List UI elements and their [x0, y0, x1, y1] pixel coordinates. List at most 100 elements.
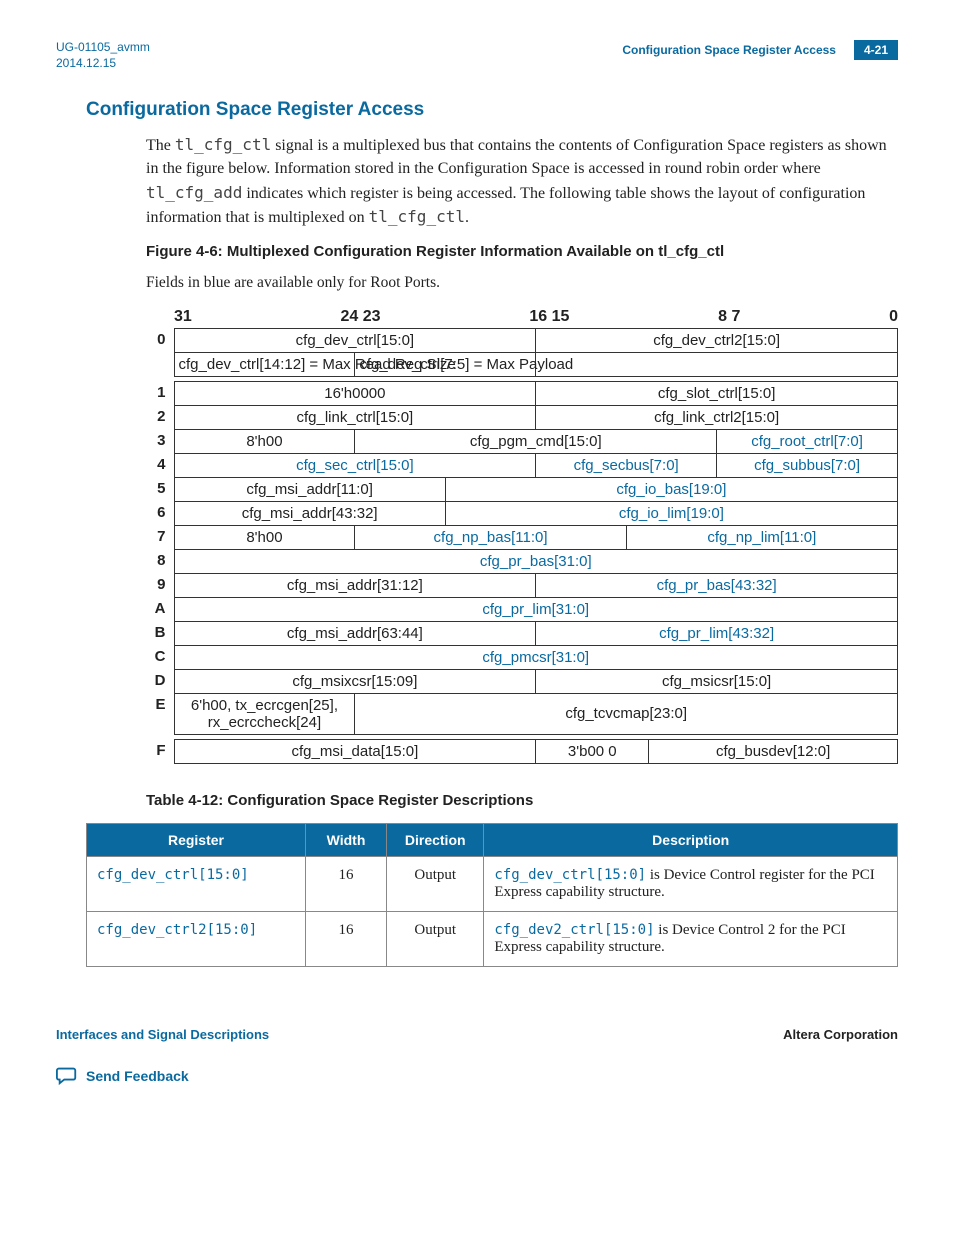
- page-header: UG-01105_avmm 2014.12.15 Configuration S…: [56, 40, 898, 71]
- row-address: 6: [146, 501, 174, 525]
- row-address: B: [146, 621, 174, 645]
- row-address: 2: [146, 405, 174, 429]
- bitfield-cell: 8'h00: [174, 429, 355, 453]
- row-address: 8: [146, 549, 174, 573]
- bitfield-cell: cfg_slot_ctrl[15:0]: [536, 381, 898, 405]
- bitfield-cell: cfg_io_bas[19:0]: [445, 477, 897, 501]
- bitfield-row: 2cfg_link_ctrl[15:0]cfg_link_ctrl2[15:0]: [146, 405, 898, 429]
- bitfield-cell: cfg_pr_lim[43:32]: [536, 621, 898, 645]
- bitfield-row: Fcfg_msi_data[15:0]3'b00 0cfg_busdev[12:…: [146, 739, 898, 763]
- register-name: cfg_dev_ctrl[15:0]: [97, 867, 249, 883]
- row-address: E: [146, 693, 174, 734]
- bitfield-cell: 3'b00 0: [536, 739, 649, 763]
- header-right: Configuration Space Register Access 4-21: [622, 40, 898, 60]
- bitfield-cell: cfg_busdev[12:0]: [649, 739, 898, 763]
- th-register: Register: [87, 823, 306, 856]
- bitfield-cell: cfg_root_ctrl[7:0]: [717, 429, 898, 453]
- register-desc-table: Register Width Direction Description cfg…: [86, 823, 898, 967]
- signal-ref-3: tl_cfg_ctl: [369, 207, 465, 226]
- bitfield-cell: cfg_msixcsr[15:09]: [174, 669, 536, 693]
- th-direction: Direction: [387, 823, 484, 856]
- feedback-icon: [56, 1064, 78, 1089]
- doc-id-block: UG-01105_avmm 2014.12.15: [56, 40, 150, 71]
- bitfield-cell: cfg_np_lim[11:0]: [626, 525, 897, 549]
- footer-right: Altera Corporation: [783, 1027, 898, 1042]
- th-description: Description: [484, 823, 898, 856]
- register-name: cfg_dev_ctrl2[15:0]: [97, 922, 257, 938]
- breadcrumb: Configuration Space Register Access: [622, 43, 836, 57]
- bitfield-row: 8cfg_pr_bas[31:0]: [146, 549, 898, 573]
- bitfield-cell: cfg_pr_bas[43:32]: [536, 573, 898, 597]
- row-address: 1: [146, 381, 174, 405]
- bitfield-cell: cfg_dev_ctrl[14:12] = Max Read Req Size: [174, 352, 355, 376]
- signal-ref-1: tl_cfg_ctl: [175, 135, 271, 154]
- bitfield-cell: 6'h00, tx_ecrcgen[25], rx_ecrccheck[24]: [174, 693, 355, 734]
- register-desc-signal: cfg_dev2_ctrl[15:0]: [494, 922, 654, 938]
- register-desc-signal: cfg_dev_ctrl[15:0]: [494, 867, 646, 883]
- bitfield-cell: cfg_link_ctrl2[15:0]: [536, 405, 898, 429]
- page-footer: Interfaces and Signal Descriptions Alter…: [56, 1027, 898, 1042]
- bitfield-row: cfg_dev_ctrl[14:12] = Max Read Req Sizec…: [146, 352, 898, 376]
- signal-ref-2: tl_cfg_add: [146, 183, 242, 202]
- row-address: [146, 352, 174, 376]
- register-width: 16: [305, 911, 386, 966]
- bitfield-row: Dcfg_msixcsr[15:09]cfg_msicsr[15:0]: [146, 669, 898, 693]
- register-direction: Output: [387, 911, 484, 966]
- send-feedback-link[interactable]: Send Feedback: [56, 1064, 898, 1089]
- row-address: 5: [146, 477, 174, 501]
- th-width: Width: [305, 823, 386, 856]
- row-address: D: [146, 669, 174, 693]
- bitfield-cell: cfg_secbus[7:0]: [536, 453, 717, 477]
- bitfield-cell: cfg_link_ctrl[15:0]: [174, 405, 536, 429]
- bitfield-row: Bcfg_msi_addr[63:44]cfg_pr_lim[43:32]: [146, 621, 898, 645]
- bitfield-cell: cfg_pgm_cmd[15:0]: [355, 429, 717, 453]
- bitfield-cell: cfg_msi_addr[31:12]: [174, 573, 536, 597]
- section-title: Configuration Space Register Access: [86, 99, 898, 121]
- row-address: 7: [146, 525, 174, 549]
- bitfield-cell: cfg_pr_lim[31:0]: [174, 597, 898, 621]
- bitfield-cell: cfg_msicsr[15:0]: [536, 669, 898, 693]
- row-address: 9: [146, 573, 174, 597]
- figure-title: Figure 4-6: Multiplexed Configuration Re…: [146, 243, 898, 260]
- register-description: cfg_dev_ctrl[15:0] is Device Control reg…: [484, 856, 898, 911]
- table-row: cfg_dev_ctrl2[15:0]16Outputcfg_dev2_ctrl…: [87, 911, 898, 966]
- row-address: C: [146, 645, 174, 669]
- bitfield-cell: cfg_msi_addr[63:44]: [174, 621, 536, 645]
- intro-paragraph: The tl_cfg_ctl signal is a multiplexed b…: [146, 133, 898, 229]
- row-address: F: [146, 739, 174, 763]
- bitfield-row: Ccfg_pmcsr[31:0]: [146, 645, 898, 669]
- bitfield-row: Acfg_pr_lim[31:0]: [146, 597, 898, 621]
- bitfield-table: 0cfg_dev_ctrl[15:0]cfg_dev_ctrl2[15:0]cf…: [146, 328, 898, 764]
- bitfield-cell: cfg_dev_ctrl[15:0]: [174, 328, 536, 352]
- bitfield-figure: 31 24 23 16 15 8 7 0 0cfg_dev_ctrl[15:0]…: [146, 308, 898, 764]
- figure-note: Fields in blue are available only for Ro…: [146, 274, 898, 292]
- bitfield-cell: 8'h00: [174, 525, 355, 549]
- row-address: 0: [146, 328, 174, 352]
- register-width: 16: [305, 856, 386, 911]
- bitfield-cell: cfg_dev_ctrl[7:5] = Max Payload: [355, 352, 536, 376]
- page-number: 4-21: [854, 40, 898, 60]
- bitfield-cell: cfg_np_bas[11:0]: [355, 525, 626, 549]
- register-direction: Output: [387, 856, 484, 911]
- bitfield-cell: cfg_tcvcmap[23:0]: [355, 693, 898, 734]
- feedback-label: Send Feedback: [86, 1068, 189, 1084]
- bitfield-row: 4cfg_sec_ctrl[15:0]cfg_secbus[7:0]cfg_su…: [146, 453, 898, 477]
- doc-id: UG-01105_avmm: [56, 40, 150, 56]
- bitfield-cell: cfg_io_lim[19:0]: [445, 501, 897, 525]
- footer-left[interactable]: Interfaces and Signal Descriptions: [56, 1027, 269, 1042]
- bitfield-row: 9cfg_msi_addr[31:12]cfg_pr_bas[43:32]: [146, 573, 898, 597]
- register-description: cfg_dev2_ctrl[15:0] is Device Control 2 …: [484, 911, 898, 966]
- bitfield-row: 38'h00cfg_pgm_cmd[15:0]cfg_root_ctrl[7:0…: [146, 429, 898, 453]
- bitfield-row: E6'h00, tx_ecrcgen[25], rx_ecrccheck[24]…: [146, 693, 898, 734]
- bitfield-row: 116'h0000cfg_slot_ctrl[15:0]: [146, 381, 898, 405]
- bitfield-cell: cfg_msi_data[15:0]: [174, 739, 536, 763]
- bitfield-cell: cfg_dev_ctrl2[15:0]: [536, 328, 898, 352]
- row-address: 4: [146, 453, 174, 477]
- bitfield-cell: cfg_sec_ctrl[15:0]: [174, 453, 536, 477]
- bitfield-cell: cfg_pmcsr[31:0]: [174, 645, 898, 669]
- bitfield-cell: [536, 352, 898, 376]
- bit-header: 31 24 23 16 15 8 7 0: [146, 308, 898, 326]
- bitfield-cell: cfg_msi_addr[43:32]: [174, 501, 445, 525]
- bitfield-row: 6cfg_msi_addr[43:32]cfg_io_lim[19:0]: [146, 501, 898, 525]
- bitfield-row: 5cfg_msi_addr[11:0]cfg_io_bas[19:0]: [146, 477, 898, 501]
